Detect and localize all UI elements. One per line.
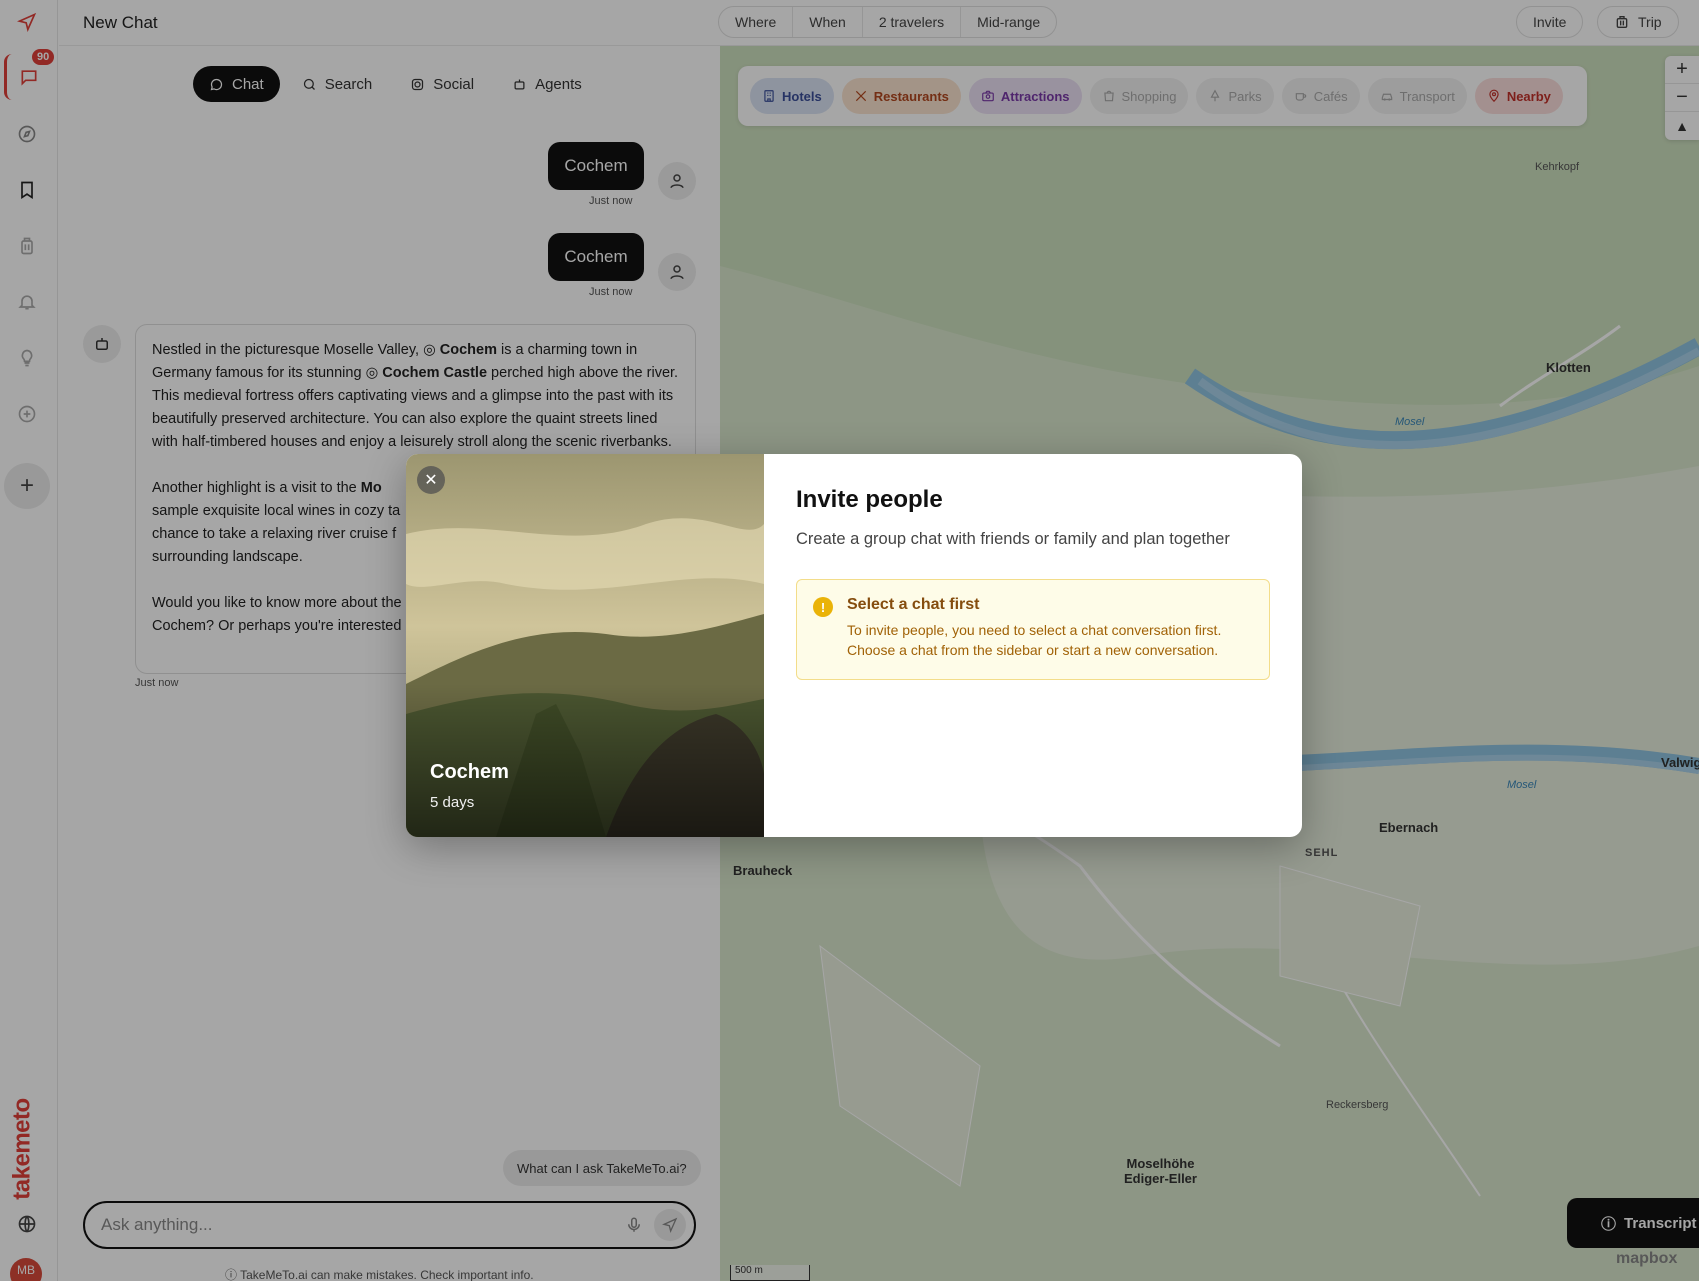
warning-callout: ! Select a chat first To invite people, … (796, 579, 1270, 680)
warning-title: Select a chat first (847, 596, 980, 613)
warning-text: To invite people, you need to select a c… (847, 622, 1222, 658)
modal-content: Invite people Create a group chat with f… (764, 454, 1302, 837)
trip-duration: 5 days (430, 794, 475, 811)
destination-title: Cochem (430, 761, 509, 783)
warning-icon: ! (813, 597, 833, 617)
destination-image: ✕ Cochem 5 days (406, 454, 764, 837)
close-button[interactable]: ✕ (417, 466, 445, 494)
modal-description: Create a group chat with friends or fami… (796, 530, 1230, 548)
modal-title: Invite people (796, 486, 943, 513)
invite-modal: ✕ Cochem 5 days Invite people Create a g… (406, 454, 1302, 837)
close-icon: ✕ (424, 472, 438, 489)
